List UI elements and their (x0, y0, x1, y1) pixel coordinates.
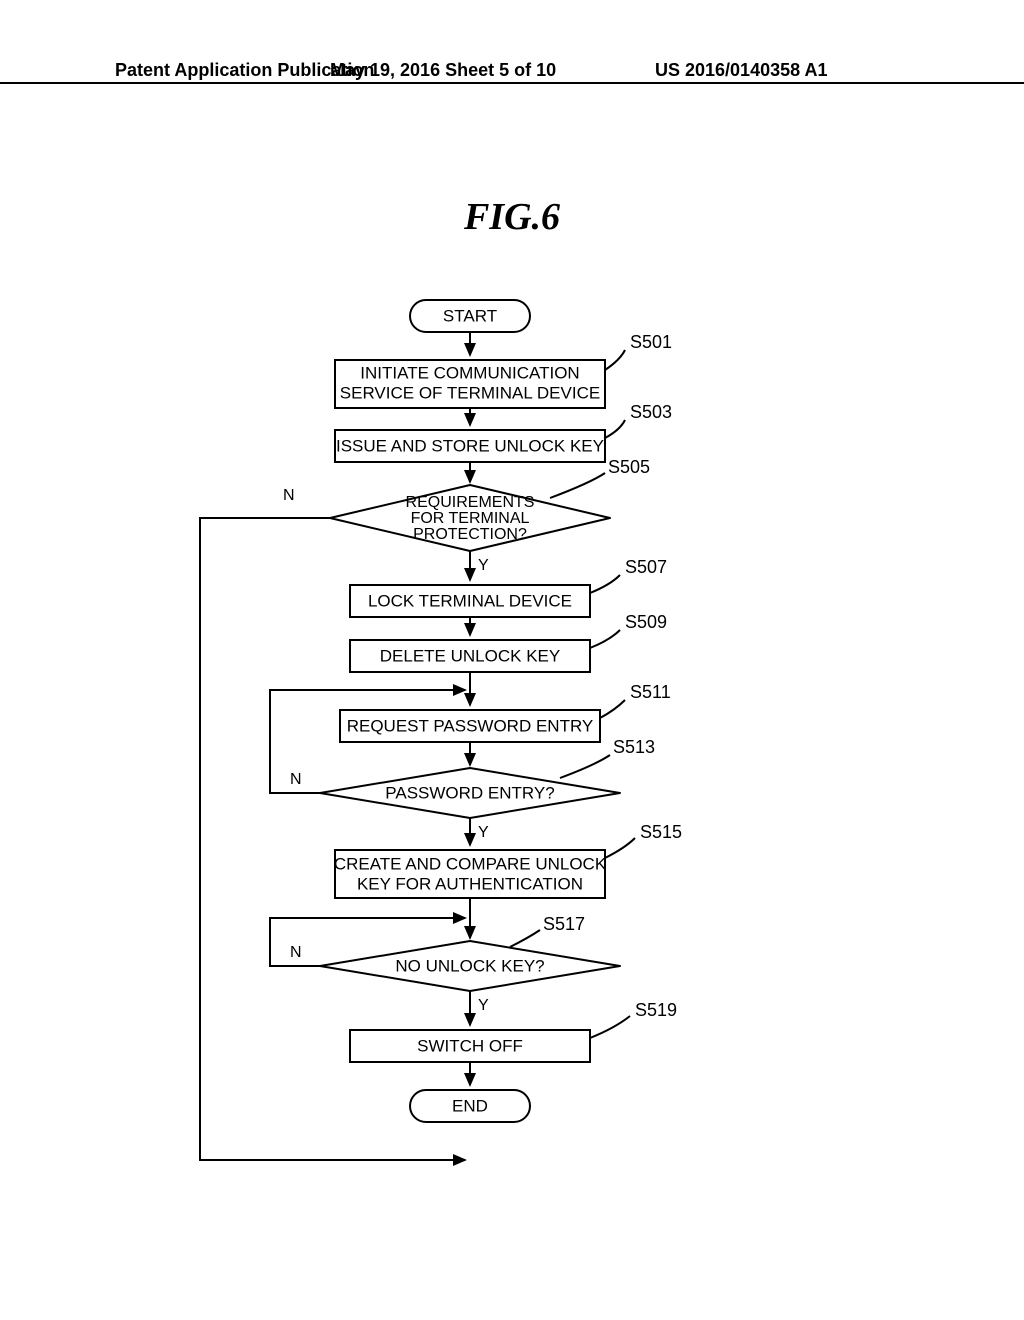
s501-text1: INITIATE COMMUNICATION (360, 363, 579, 382)
ref-connector (605, 420, 625, 438)
no-label: N (290, 771, 302, 788)
s513-ref: S513 (613, 737, 655, 757)
end-label: END (452, 1096, 488, 1115)
s507-text: LOCK TERMINAL DEVICE (368, 591, 572, 610)
start-label: START (443, 306, 497, 325)
figure-caption: FIG.6 (0, 195, 1024, 239)
s519-ref: S519 (635, 1000, 677, 1020)
ref-connector (590, 575, 620, 593)
header-mid: May 19, 2016 Sheet 5 of 10 (330, 60, 556, 81)
flowchart: START INITIATE COMMUNICATION SERVICE OF … (50, 290, 974, 1290)
ref-connector (560, 755, 610, 778)
s517-ref: S517 (543, 914, 585, 934)
s501-text2: SERVICE OF TERMINAL DEVICE (340, 383, 600, 402)
s509-text: DELETE UNLOCK KEY (380, 646, 560, 665)
s515-text2: KEY FOR AUTHENTICATION (357, 874, 583, 893)
s511-text: REQUEST PASSWORD ENTRY (347, 716, 594, 735)
ref-connector (510, 930, 540, 947)
no-label: N (290, 944, 302, 961)
yes-label: Y (478, 824, 489, 841)
ref-connector (590, 630, 620, 648)
ref-connector (605, 838, 635, 858)
no-label: N (283, 487, 295, 504)
ref-connector (550, 473, 605, 498)
ref-connector (605, 350, 625, 370)
s501-ref: S501 (630, 332, 672, 352)
header-right: US 2016/0140358 A1 (655, 60, 827, 81)
s517-text: NO UNLOCK KEY? (395, 956, 544, 975)
s515-ref: S515 (640, 822, 682, 842)
s519-text: SWITCH OFF (417, 1036, 523, 1055)
s515-text1: CREATE AND COMPARE UNLOCK (334, 854, 607, 873)
yes-label: Y (478, 557, 489, 574)
s505-text3: PROTECTION? (413, 526, 527, 543)
s511-ref: S511 (630, 682, 671, 702)
ref-connector (590, 1016, 630, 1038)
s509-ref: S509 (625, 612, 667, 632)
s505-ref: S505 (608, 457, 650, 477)
s505-text1: REQUIREMENTS (406, 494, 535, 511)
ref-connector (600, 700, 625, 718)
s507-ref: S507 (625, 557, 667, 577)
s513-text: PASSWORD ENTRY? (385, 783, 554, 802)
s503-ref: S503 (630, 402, 672, 422)
s505-text2: FOR TERMINAL (411, 510, 530, 527)
page-header: Patent Application Publication May 19, 2… (0, 82, 1024, 114)
s503-text: ISSUE AND STORE UNLOCK KEY (336, 436, 604, 455)
yes-label: Y (478, 997, 489, 1014)
